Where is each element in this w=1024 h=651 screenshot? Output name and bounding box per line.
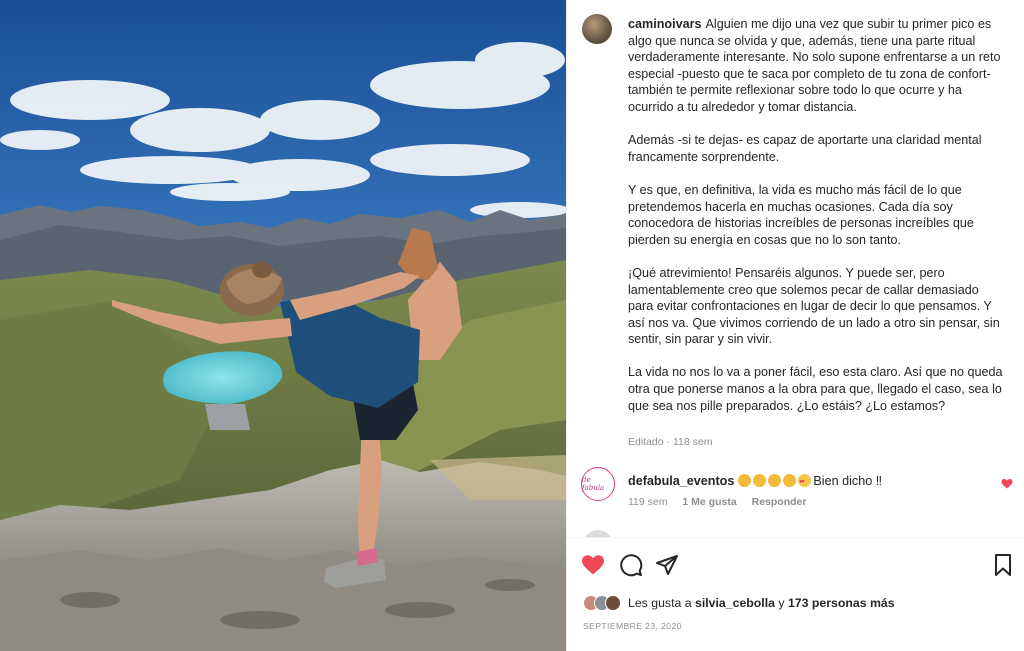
post-caption: caminoivars Alguien me dijo una vez que s… (628, 16, 1003, 431)
caption-meta: Editado · 118 sem (628, 436, 713, 448)
comment: defabula_eventos Bien dicho ‼ (628, 473, 988, 490)
comments-scroll-area[interactable]: caminoivars Alguien me dijo una vez que s… (567, 0, 1024, 537)
post-image (0, 0, 566, 651)
clapping-hands-emoji (738, 474, 752, 487)
heart-eyes-emoji (798, 474, 812, 490)
bookmark-icon[interactable] (991, 553, 1015, 577)
comment-time: 119 sem (628, 496, 668, 508)
commenter-avatar[interactable]: de fabula (581, 467, 615, 501)
likes-count-link[interactable]: 173 personas más (788, 596, 895, 610)
caption-paragraph: Y es que, en definitiva, la vida es much… (628, 182, 974, 247)
caption-paragraph: Alguien me dijo una vez que subir tu pri… (628, 17, 1001, 114)
author-avatar[interactable] (582, 14, 612, 44)
comment-text: Bien dicho ‼ (813, 474, 882, 488)
clapping-hands-emoji (768, 474, 782, 487)
paper-plane-icon[interactable] (655, 553, 679, 577)
liker-avatar[interactable] (605, 595, 621, 611)
likes-text: Les gusta a silvia_cebolla y 173 persona… (628, 596, 895, 610)
heart-small-icon[interactable] (1001, 478, 1013, 492)
caption-paragraph: ¡Qué atrevimiento! Pensaréis algunos. Y … (628, 265, 1000, 347)
commenter-avatar-logo: de fabula (582, 476, 605, 492)
author-username[interactable]: caminoivars (628, 17, 702, 31)
caption-paragraph: Además -si te dejas- es capaz de aportar… (628, 133, 982, 164)
caption-paragraph: La vida no nos lo va a poner fácil, eso … (628, 365, 1003, 413)
post-date[interactable]: SEPTIEMBRE 23, 2020 (583, 621, 682, 631)
post-details-panel: caminoivars Alguien me dijo una vez que s… (566, 0, 1024, 651)
clapping-hands-emoji (753, 474, 767, 487)
next-commenter-avatar[interactable] (583, 530, 613, 537)
post-photo[interactable] (0, 0, 566, 651)
reply-button[interactable]: Responder (752, 496, 807, 508)
clapping-hands-emoji (783, 474, 797, 487)
liker-username[interactable]: silvia_cebolla (695, 596, 775, 610)
likes-prefix: Les gusta a (628, 596, 695, 610)
comment-meta: 119 sem 1 Me gusta Responder (628, 496, 818, 508)
commenter-username[interactable]: defabula_eventos (628, 474, 734, 488)
comment-bubble-icon[interactable] (619, 553, 643, 577)
likes-summary: Les gusta a silvia_cebolla y 173 persona… (583, 593, 895, 613)
post-actions-bar: Les gusta a silvia_cebolla y 173 persona… (567, 537, 1024, 651)
comment-likes-link[interactable]: 1 Me gusta (682, 496, 736, 508)
heart-filled-icon[interactable] (581, 553, 605, 577)
likes-conjunction: y (774, 596, 788, 610)
